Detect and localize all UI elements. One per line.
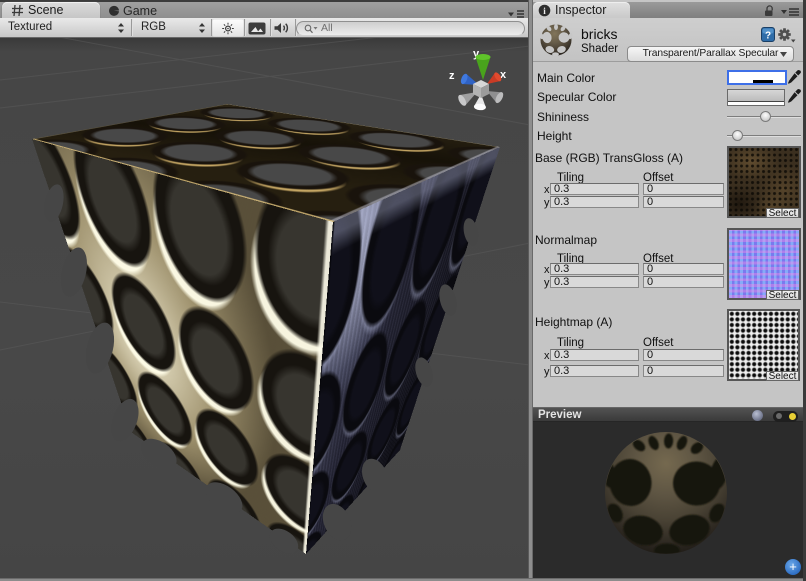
svg-text:?: ?: [765, 31, 771, 42]
svg-text:z: z: [449, 70, 455, 82]
